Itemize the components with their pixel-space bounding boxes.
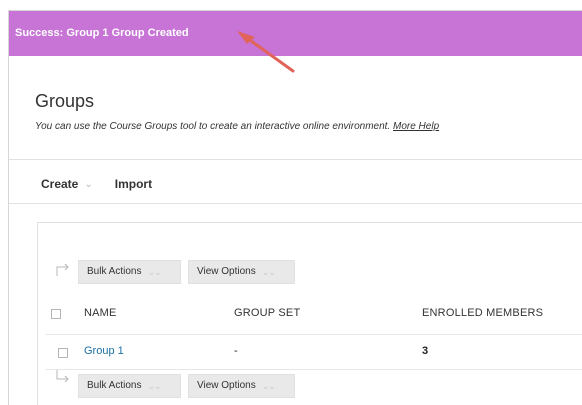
column-header-group-set[interactable]: GROUP SET	[234, 307, 300, 319]
double-chevron-down-icon: ⌄⌄	[261, 267, 276, 277]
bulk-actions-label: Bulk Actions	[87, 380, 142, 391]
divider	[9, 203, 582, 204]
bracket-arrow-icon	[56, 263, 69, 276]
bulk-actions-button-top[interactable]: Bulk Actions ⌄⌄	[78, 260, 181, 284]
bulk-actions-button-bottom[interactable]: Bulk Actions ⌄⌄	[78, 374, 181, 398]
create-label: Create	[41, 177, 79, 191]
row-divider	[46, 334, 582, 335]
page-title: Groups	[35, 91, 95, 111]
column-header-name[interactable]: NAME	[84, 307, 117, 319]
select-all-checkbox[interactable]	[51, 309, 61, 319]
page-subtitle: You can use the Course Groups tool to cr…	[35, 121, 439, 132]
bracket-arrow-icon	[56, 370, 69, 383]
import-button[interactable]: Import	[115, 177, 152, 191]
success-banner: Success: Group 1 Group Created	[9, 11, 582, 56]
more-help-link[interactable]: More Help	[393, 121, 439, 132]
action-bar: Create ⌄ Import	[41, 177, 152, 191]
view-options-button-top[interactable]: View Options ⌄⌄	[188, 260, 295, 284]
column-header-enrolled-members[interactable]: ENROLLED MEMBERS	[422, 307, 543, 319]
row-checkbox[interactable]	[58, 348, 68, 358]
group-set-value: -	[234, 345, 238, 357]
success-message: Success: Group 1 Group Created	[15, 27, 189, 39]
bulk-actions-label: Bulk Actions	[87, 266, 142, 277]
page-frame: Success: Group 1 Group Created Groups Yo…	[8, 10, 582, 405]
divider	[9, 159, 582, 160]
create-menu-button[interactable]: Create ⌄	[41, 177, 93, 191]
view-options-label: View Options	[197, 380, 256, 391]
subtitle-text: You can use the Course Groups tool to cr…	[35, 121, 391, 132]
chevron-down-icon: ⌄	[84, 178, 93, 190]
group-name-link[interactable]: Group 1	[84, 345, 124, 357]
view-options-button-bottom[interactable]: View Options ⌄⌄	[188, 374, 295, 398]
view-options-label: View Options	[197, 266, 256, 277]
row-divider	[46, 369, 582, 370]
groups-table-panel: Bulk Actions ⌄⌄ View Options ⌄⌄ NAME GRO…	[37, 222, 582, 405]
enrolled-members-value: 3	[422, 345, 429, 357]
double-chevron-down-icon: ⌄⌄	[147, 381, 161, 391]
double-chevron-down-icon: ⌄⌄	[147, 267, 161, 277]
double-chevron-down-icon: ⌄⌄	[261, 381, 276, 391]
